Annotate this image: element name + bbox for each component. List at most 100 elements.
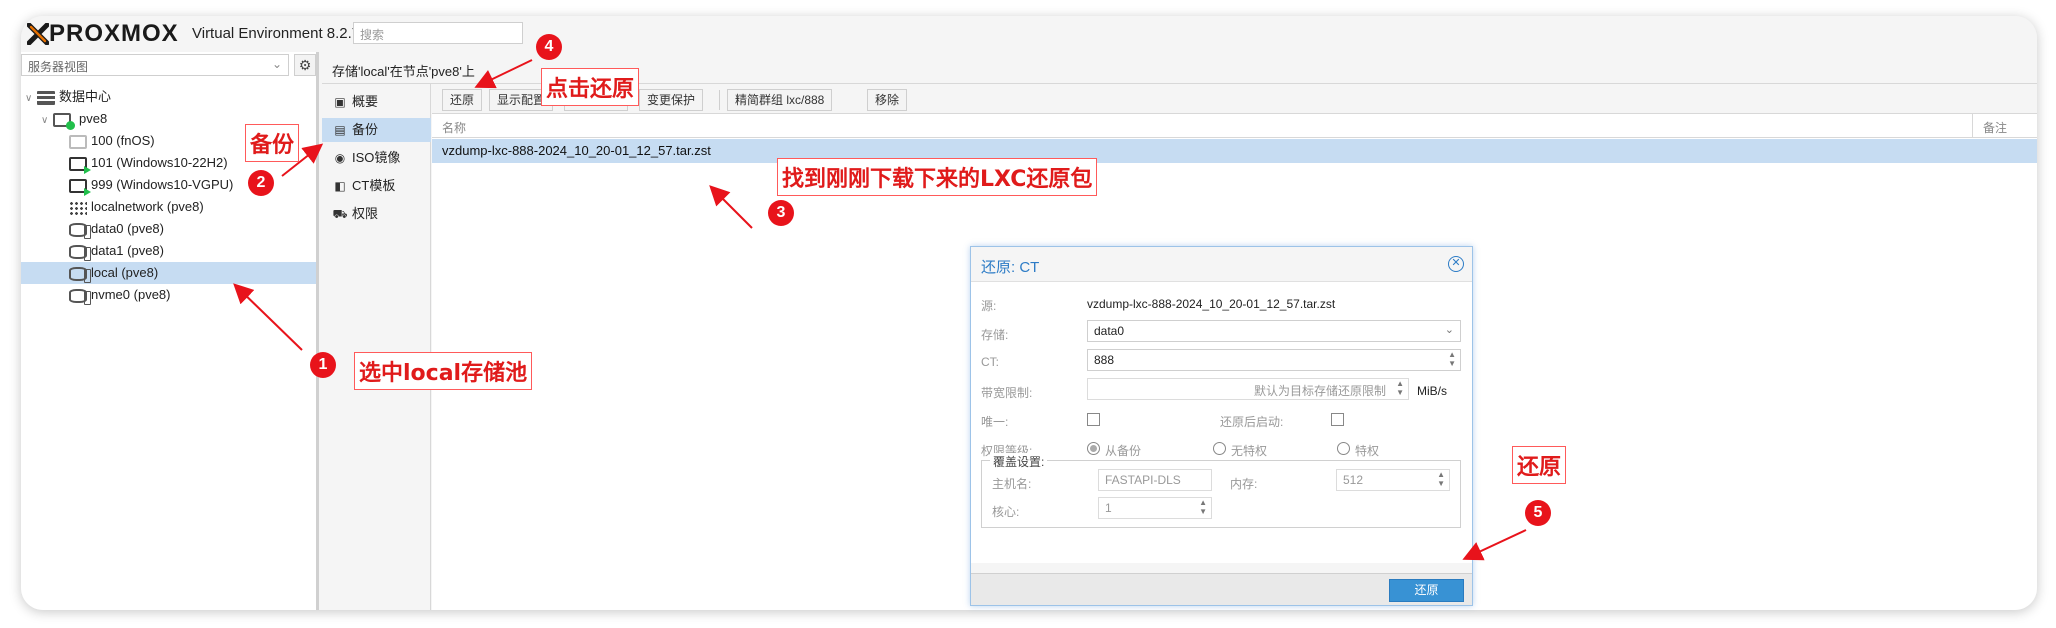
tree-item-datacenter[interactable]: ∨ 数据中心 — [21, 86, 316, 108]
start-after-restore-label: 还原后启动: — [1220, 415, 1284, 429]
spinner-icon[interactable]: ▲ ▼ — [1396, 379, 1404, 397]
tree-item-nvme0[interactable]: nvme0 (pve8) — [21, 284, 316, 306]
collapse-icon: ∨ — [25, 93, 33, 104]
dialog-footer: 还原 — [971, 573, 1472, 605]
storage-icon — [69, 244, 91, 261]
annotation-step1: 选中local存储池 — [354, 352, 533, 390]
gear-icon: ⚙ — [298, 57, 312, 73]
unlock-icon: ⛟ — [332, 207, 348, 221]
tree-item-localnetwork[interactable]: localnetwork (pve8) — [21, 196, 316, 218]
column-notes[interactable]: 备注 — [1972, 114, 2037, 138]
top-header: PROXMOX Virtual Environment 8.2.7 搜索 — [21, 16, 2037, 52]
hostname-field[interactable]: FASTAPI-DLS — [1098, 469, 1212, 491]
hostname-label: 主机名: — [992, 477, 1032, 491]
privilege-from-backup-radio[interactable] — [1087, 442, 1100, 455]
proxmox-x-icon — [27, 23, 49, 45]
source-label: 源: — [981, 299, 997, 313]
spinner-icon[interactable]: ▲ ▼ — [1437, 470, 1445, 488]
storage-icon — [69, 266, 91, 283]
tree-item-label: nvme0 (pve8) — [91, 287, 171, 302]
chevron-down-icon: ⌄ — [271, 57, 282, 71]
spinner-icon[interactable]: ▲ ▼ — [1199, 498, 1207, 516]
bandwidth-field[interactable]: 默认为目标存储还原限制 ▲ ▼ — [1087, 378, 1409, 400]
nav-item-ct-templates[interactable]: ◧ CT模板 — [322, 174, 431, 198]
storage-icon — [69, 222, 91, 239]
tree-item-label: 数据中心 — [59, 89, 112, 104]
nav-item-label: 概要 — [352, 94, 379, 109]
restore-confirm-button[interactable]: 还原 — [1389, 579, 1464, 602]
storage-select[interactable]: data0 ⌄ — [1087, 320, 1461, 342]
annotation-step5: 还原 — [1512, 446, 1567, 484]
nav-item-label: CT模板 — [352, 178, 396, 193]
override-settings: 覆盖设置: 主机名: FASTAPI-DLS 内存: 512 ▲ ▼ 核心: 1 … — [981, 453, 1461, 528]
node-online-icon — [53, 112, 75, 130]
cores-label: 核心: — [992, 505, 1020, 519]
change-protection-button[interactable]: 变更保护 — [639, 89, 704, 111]
cores-value: 1 — [1105, 501, 1112, 515]
vm-running-icon — [69, 178, 91, 196]
search-input[interactable]: 搜索 — [353, 22, 523, 44]
nav-item-iso[interactable]: ◉ ISO镜像 — [322, 146, 431, 170]
memory-value: 512 — [1343, 473, 1364, 487]
vm-off-icon — [69, 134, 87, 149]
step-badge-3: 3 — [768, 200, 794, 226]
tree-item-label: 999 (Windows10-VGPU) — [91, 177, 234, 192]
view-select-label: 服务器视图 — [28, 60, 89, 74]
grid-header: 名称 备注 — [432, 114, 2037, 138]
step-badge-2: 2 — [248, 170, 274, 196]
tree-item-label: pve8 — [79, 111, 108, 126]
gear-button[interactable]: ⚙ — [294, 54, 316, 76]
tree-item-local[interactable]: local (pve8) — [21, 262, 316, 284]
start-after-restore-checkbox[interactable] — [1331, 413, 1344, 426]
unique-label: 唯一: — [981, 415, 1009, 429]
toolbar-separator — [719, 90, 720, 110]
privilege-unprivileged-label: 无特权 — [1231, 444, 1268, 458]
tree-item-label: localnetwork (pve8) — [91, 199, 204, 214]
annotation-step2: 备份 — [245, 124, 300, 162]
ct-id-value: 888 — [1094, 353, 1115, 367]
tree-item-label: data0 (pve8) — [91, 221, 164, 236]
book-icon: ▣ — [334, 95, 346, 109]
remove-button[interactable]: 移除 — [867, 89, 908, 111]
ct-id-field[interactable]: 888 ▲ ▼ — [1087, 349, 1461, 371]
bandwidth-placeholder: 默认为目标存储还原限制 — [1253, 384, 1386, 398]
unique-checkbox[interactable] — [1087, 413, 1100, 426]
cores-field[interactable]: 1 ▲ ▼ — [1098, 497, 1212, 519]
tree-item-data0[interactable]: data0 (pve8) — [21, 218, 316, 240]
column-name[interactable]: 名称 — [442, 119, 466, 136]
storage-icon — [69, 288, 91, 305]
backup-toolbar: 还原 显示配置 编辑备注 变更保护 精简群组 lxc/888 移除 — [432, 84, 2037, 114]
restore-dialog: 还原: CT ✕ 源: vzdump-lxc-888-2024_10_20-01… — [970, 246, 1473, 606]
memory-field[interactable]: 512 ▲ ▼ — [1336, 469, 1450, 491]
annotation-step3: 找到刚刚下载下来的LXC还原包 — [777, 158, 1098, 196]
annotation-step4: 点击还原 — [541, 68, 640, 106]
step-badge-1: 1 — [310, 352, 336, 378]
restore-toolbar-button[interactable]: 还原 — [442, 89, 483, 111]
disc-icon: ◉ — [334, 151, 346, 165]
floppy-icon: ▤ — [334, 123, 346, 137]
nav-item-summary[interactable]: ▣ 概要 — [322, 90, 431, 114]
prune-group-button[interactable]: 精简群组 lxc/888 — [727, 89, 833, 111]
source-value: vzdump-lxc-888-2024_10_20-01_12_57.tar.z… — [1087, 297, 1336, 311]
nav-item-permissions[interactable]: ⛟ 权限 — [322, 202, 431, 226]
step-badge-4: 4 — [536, 34, 562, 60]
datacenter-icon — [37, 90, 55, 105]
vm-running-icon — [69, 156, 91, 174]
tree-item-data1[interactable]: data1 (pve8) — [21, 240, 316, 262]
spinner-icon[interactable]: ▲ ▼ — [1448, 350, 1456, 368]
tree-item-label: local (pve8) — [91, 265, 159, 280]
table-row[interactable]: vzdump-lxc-888-2024_10_20-01_12_57.tar.z… — [432, 139, 2037, 163]
bandwidth-unit: MiB/s — [1417, 384, 1447, 398]
network-icon — [69, 200, 87, 215]
storage-label: 存储: — [981, 328, 1009, 342]
privilege-unprivileged-radio[interactable] — [1213, 442, 1226, 455]
proxmox-logo: PROXMOX — [27, 20, 179, 48]
view-select[interactable]: 服务器视图 ⌄ — [21, 54, 289, 76]
privilege-privileged-radio[interactable] — [1337, 442, 1350, 455]
tree-item-label: data1 (pve8) — [91, 243, 164, 258]
close-icon[interactable]: ✕ — [1448, 256, 1464, 272]
logo-text: PROXMOX — [49, 20, 179, 47]
tree-item-label: 100 (fnOS) — [91, 133, 155, 148]
dialog-body: 源: vzdump-lxc-888-2024_10_20-01_12_57.ta… — [971, 281, 1472, 563]
nav-item-backup[interactable]: ▤ 备份 — [322, 118, 431, 142]
